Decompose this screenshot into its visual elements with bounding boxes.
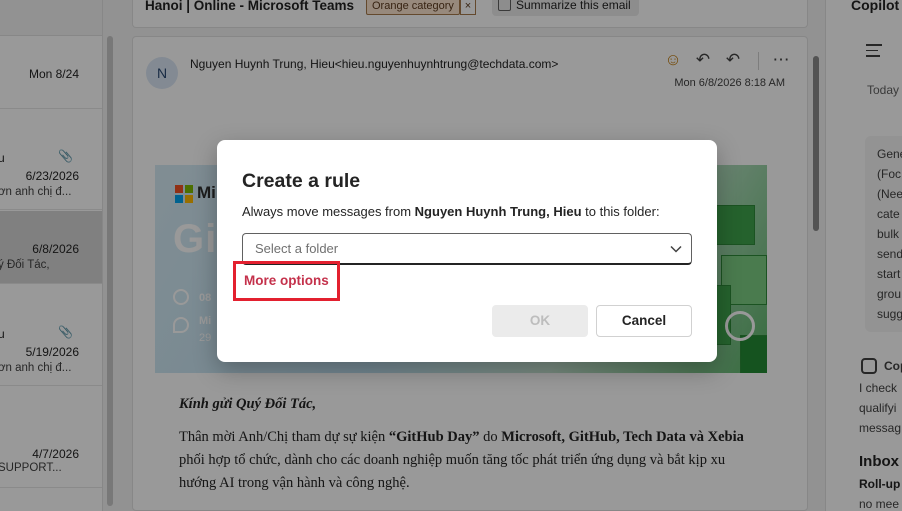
create-rule-dialog: Create a rule Always move messages from … [217, 140, 717, 362]
dialog-title: Create a rule [242, 170, 361, 192]
desc-prefix: Always move messages from [242, 204, 415, 219]
more-options-label: More options [244, 273, 329, 288]
ok-button[interactable]: OK [492, 305, 588, 337]
more-options-link[interactable]: More options [233, 261, 340, 301]
dialog-description: Always move messages from Nguyen Huynh T… [242, 204, 660, 219]
cancel-button[interactable]: Cancel [596, 305, 692, 337]
chevron-down-icon [670, 245, 682, 253]
folder-select-placeholder: Select a folder [255, 241, 339, 256]
outlook-window: Mon 8/24 u 📎 6/23/2026 ơn anh chị đ... 6… [0, 0, 902, 511]
desc-sender: Nguyen Huynh Trung, Hieu [414, 204, 582, 219]
desc-suffix: to this folder: [581, 204, 660, 219]
